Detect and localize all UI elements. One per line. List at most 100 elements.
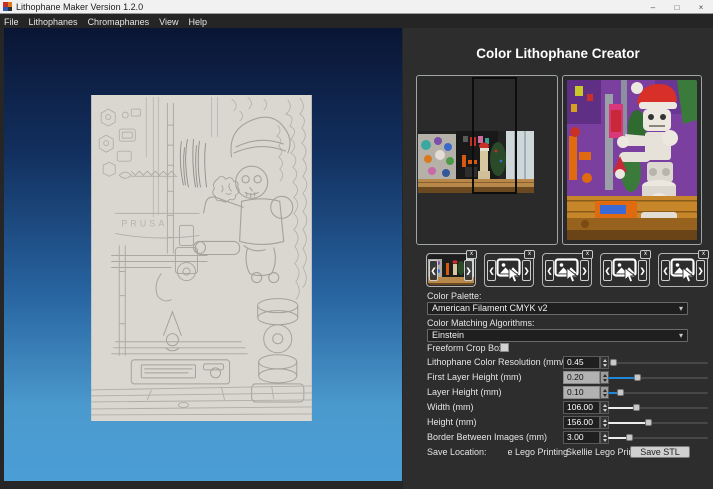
menu-view[interactable]: View [159,17,178,27]
next-image-button[interactable]: ❯ [464,260,473,281]
channel-widget-4[interactable]: ❮ ❯ x [600,253,650,287]
save-stl-button[interactable]: Save STL [630,446,690,458]
remove-image-button[interactable]: x [698,250,709,259]
color-lithophane-panel: Color Lithophane Creator [403,28,713,489]
spin-down-icon[interactable] [603,364,607,367]
width-input[interactable]: 106.00 [563,401,600,414]
slider-handle[interactable] [610,359,617,366]
spin-up-icon[interactable] [603,389,607,392]
minimize-button[interactable]: – [641,0,665,14]
color-matching-select[interactable]: Einstein ▾ [427,329,688,342]
processed-image-box [562,75,702,245]
slider-handle[interactable] [617,389,624,396]
remove-image-button[interactable]: x [582,250,593,259]
prev-image-button[interactable]: ❮ [429,260,438,281]
slider-track [608,362,708,364]
add-image-icon [496,257,523,284]
spin-down-icon[interactable] [603,379,607,382]
spin-up-icon[interactable] [603,434,607,437]
prev-image-button[interactable]: ❮ [545,260,554,281]
height-slider[interactable] [608,416,708,429]
menu-help[interactable]: Help [188,17,207,27]
color-matching-label: Color Matching Algorithms: [427,318,535,328]
menu-chromaphanes[interactable]: Chromaphanes [88,17,150,27]
width-label: Width (mm) [427,402,474,412]
channel-thumbnail-row: ❮ ❯ x ❮ ❯ x [426,249,709,289]
spin-up-icon[interactable] [603,359,607,362]
color-palette-select[interactable]: American Filament CMYK v2 ▾ [427,302,688,315]
slider-handle[interactable] [645,419,652,426]
next-image-button[interactable]: ❯ [522,260,531,281]
next-image-button[interactable]: ❯ [696,260,705,281]
spin-up-icon[interactable] [603,374,607,377]
remove-image-button[interactable]: x [640,250,651,259]
lithophane-relief: PRUSA [91,95,312,421]
freeform-crop-checkbox[interactable] [500,343,509,352]
save-location-label: Save Location: [427,447,487,457]
spin-down-icon[interactable] [603,409,607,412]
color-matching-value: Einstein [432,330,464,340]
processed-preview [567,80,697,240]
app-icon [3,2,12,11]
color-palette-label: Color Palette: [427,291,482,301]
spin-down-icon[interactable] [603,439,607,442]
menu-file[interactable]: File [4,17,19,27]
crop-rectangle[interactable] [472,77,517,194]
spin-up-icon[interactable] [603,404,607,407]
prev-image-button[interactable]: ❮ [487,260,496,281]
channel-widget-5[interactable]: ❮ ❯ x [658,253,708,287]
next-image-button[interactable]: ❯ [580,260,589,281]
spin-up-icon[interactable] [603,419,607,422]
add-image-icon [554,257,581,284]
add-image-icon [670,257,697,284]
first-layer-height-input[interactable]: 0.20 [563,371,600,384]
menu-lithophanes[interactable]: Lithophanes [29,17,78,27]
menubar: File Lithophanes Chromaphanes View Help [0,15,713,28]
layer-height-input[interactable]: 0.10 [563,386,600,399]
slider-handle[interactable] [634,374,641,381]
channel-widget-2[interactable]: ❮ ❯ x [484,253,534,287]
resolution-slider[interactable] [608,356,708,369]
relief-prusa-text: PRUSA [121,218,167,228]
slider-handle[interactable] [633,404,640,411]
slider-fill [608,422,648,424]
color-palette-value: American Filament CMYK v2 [432,303,548,313]
channel-widget-3[interactable]: ❮ ❯ x [542,253,592,287]
height-input[interactable]: 156.00 [563,416,600,429]
next-image-button[interactable]: ❯ [638,260,647,281]
spin-down-icon[interactable] [603,394,607,397]
window-title: Lithophane Maker Version 1.2.0 [16,0,143,14]
lithophane-3d-viewport[interactable]: PRUSA [4,28,402,481]
layer-height-slider[interactable] [608,386,708,399]
border-slider[interactable] [608,431,708,444]
layer-height-label: Layer Height (mm) [427,387,502,397]
slider-fill [608,407,636,409]
slider-fill [608,377,637,379]
titlebar: Lithophane Maker Version 1.2.0 – □ × [0,0,713,14]
prev-image-button[interactable]: ❮ [661,260,670,281]
page-title: Color Lithophane Creator [403,46,713,61]
source-image-box [416,75,558,245]
chevron-down-icon: ▾ [679,303,683,314]
remove-image-button[interactable]: x [466,250,477,259]
remove-image-button[interactable]: x [524,250,535,259]
first-layer-height-label: First Layer Height (mm) [427,372,522,382]
chevron-down-icon: ▾ [679,330,683,341]
prev-image-button[interactable]: ❮ [603,260,612,281]
spin-down-icon[interactable] [603,424,607,427]
resolution-input[interactable]: 0.45 [563,356,600,369]
close-button[interactable]: × [689,0,713,14]
border-between-images-label: Border Between Images (mm) [427,432,547,442]
slider-handle[interactable] [626,434,633,441]
channel-widget-1[interactable]: ❮ ❯ x [426,253,476,287]
height-label: Height (mm) [427,417,477,427]
add-image-icon [612,257,639,284]
border-between-images-input[interactable]: 3.00 [563,431,600,444]
freeform-crop-label: Freeform Crop Box [427,343,504,353]
first-layer-height-slider[interactable] [608,371,708,384]
width-slider[interactable] [608,401,708,414]
save-location-path[interactable]: es/Skellie Lego Printing/ [508,447,568,457]
maximize-button[interactable]: □ [665,0,689,14]
app-window: Lithophane Maker Version 1.2.0 – □ × Fil… [0,0,713,489]
resolution-label: Lithophane Color Resolution (mm/pixel) [427,357,585,367]
